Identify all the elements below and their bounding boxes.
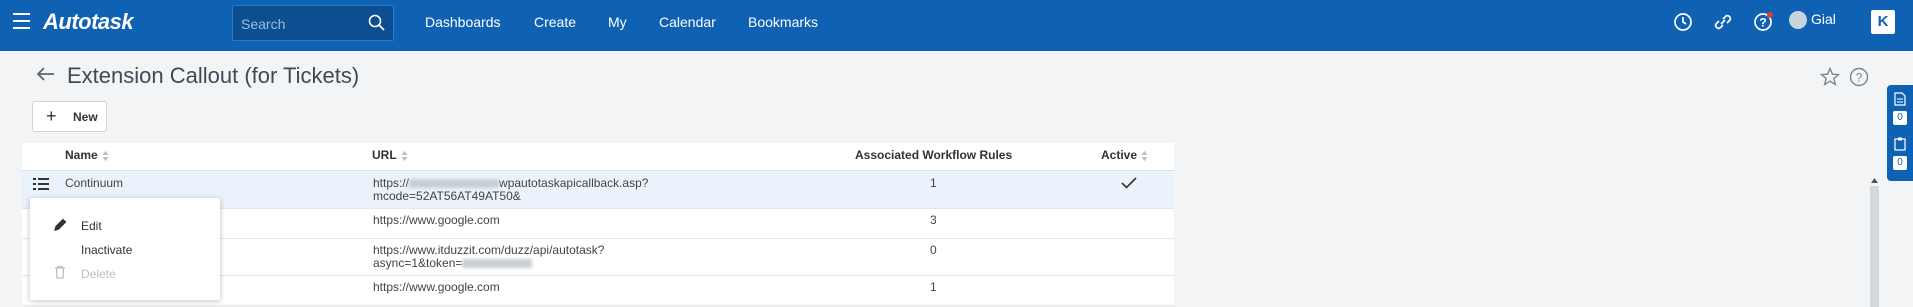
document-icon[interactable] bbox=[1894, 92, 1906, 106]
scroll-up-arrow-icon[interactable] bbox=[1870, 176, 1879, 185]
hamburger-menu-icon[interactable] bbox=[13, 13, 30, 29]
checkmark-icon bbox=[1121, 177, 1137, 189]
user-menu[interactable]: Gial bbox=[1789, 11, 1836, 30]
top-navigation-bar: Autotask Dashboards Create My Calendar B… bbox=[0, 0, 1913, 51]
clipboard-count-badge: 0 bbox=[1893, 156, 1907, 170]
sort-icon bbox=[102, 150, 109, 161]
star-icon[interactable] bbox=[1820, 67, 1840, 87]
clipboard-icon[interactable] bbox=[1894, 137, 1906, 151]
vertical-scrollbar[interactable] bbox=[1870, 186, 1879, 307]
column-header-name[interactable]: Name bbox=[65, 148, 109, 162]
back-arrow-icon[interactable] bbox=[36, 66, 56, 82]
row-url: https://www.google.com bbox=[373, 213, 500, 227]
search-icon[interactable] bbox=[368, 14, 385, 31]
nav-dashboards[interactable]: Dashboards bbox=[425, 14, 501, 30]
nav-bookmarks[interactable]: Bookmarks bbox=[748, 14, 818, 30]
trash-icon bbox=[55, 265, 65, 279]
column-header-url[interactable]: URL bbox=[372, 148, 408, 162]
redacted-text bbox=[462, 259, 533, 269]
search-input[interactable] bbox=[239, 12, 363, 36]
row-url: https://www.google.com bbox=[373, 280, 500, 294]
pencil-icon bbox=[54, 218, 67, 231]
delete-menu-item: Delete bbox=[81, 267, 116, 281]
row-rules-count: 0 bbox=[930, 243, 937, 257]
row-context-menu-icon[interactable] bbox=[33, 177, 49, 191]
inactivate-menu-item[interactable]: Inactivate bbox=[81, 243, 132, 257]
page-title: Extension Callout (for Tickets) bbox=[67, 63, 360, 88]
page-help-icon[interactable]: ? bbox=[1849, 67, 1869, 87]
link-icon[interactable] bbox=[1712, 12, 1734, 32]
column-header-workflow-rules: Associated Workflow Rules bbox=[855, 148, 1013, 162]
nav-my[interactable]: My bbox=[608, 14, 627, 30]
sort-icon bbox=[401, 150, 408, 161]
side-panel: 0 0 bbox=[1887, 85, 1913, 181]
svg-text:?: ? bbox=[1759, 16, 1766, 30]
new-button[interactable]: + New bbox=[32, 101, 107, 132]
row-url: https://www.itduzzit.com/duzz/api/autota… bbox=[373, 243, 605, 270]
nav-calendar[interactable]: Calendar bbox=[659, 14, 716, 30]
avatar bbox=[1789, 11, 1807, 30]
plus-icon: + bbox=[46, 106, 57, 126]
svg-text:?: ? bbox=[1856, 71, 1863, 85]
clock-icon[interactable] bbox=[1673, 12, 1693, 32]
help-icon[interactable]: ? bbox=[1753, 12, 1773, 32]
row-name: Continuum bbox=[65, 176, 124, 190]
brand-badge[interactable]: K bbox=[1871, 10, 1895, 34]
user-name: Gial bbox=[1811, 11, 1836, 27]
row-rules-count: 1 bbox=[930, 176, 937, 190]
sort-icon bbox=[1141, 150, 1148, 161]
autotask-logo[interactable]: Autotask bbox=[43, 9, 134, 35]
row-rules-count: 3 bbox=[930, 213, 937, 227]
edit-menu-item[interactable]: Edit bbox=[81, 219, 102, 233]
redacted-text bbox=[409, 179, 500, 189]
row-rules-count: 1 bbox=[930, 280, 937, 294]
search-box bbox=[232, 5, 394, 41]
document-count-badge: 0 bbox=[1893, 111, 1907, 125]
row-url: https://wpautotaskapicallback.asp? mcode… bbox=[373, 176, 649, 203]
row-context-menu: Edit Inactivate Delete bbox=[30, 198, 220, 300]
table-header: Name URL Associated Workflow Rules Activ… bbox=[22, 143, 1174, 171]
column-header-active[interactable]: Active bbox=[1101, 148, 1148, 162]
nav-create[interactable]: Create bbox=[534, 14, 576, 30]
